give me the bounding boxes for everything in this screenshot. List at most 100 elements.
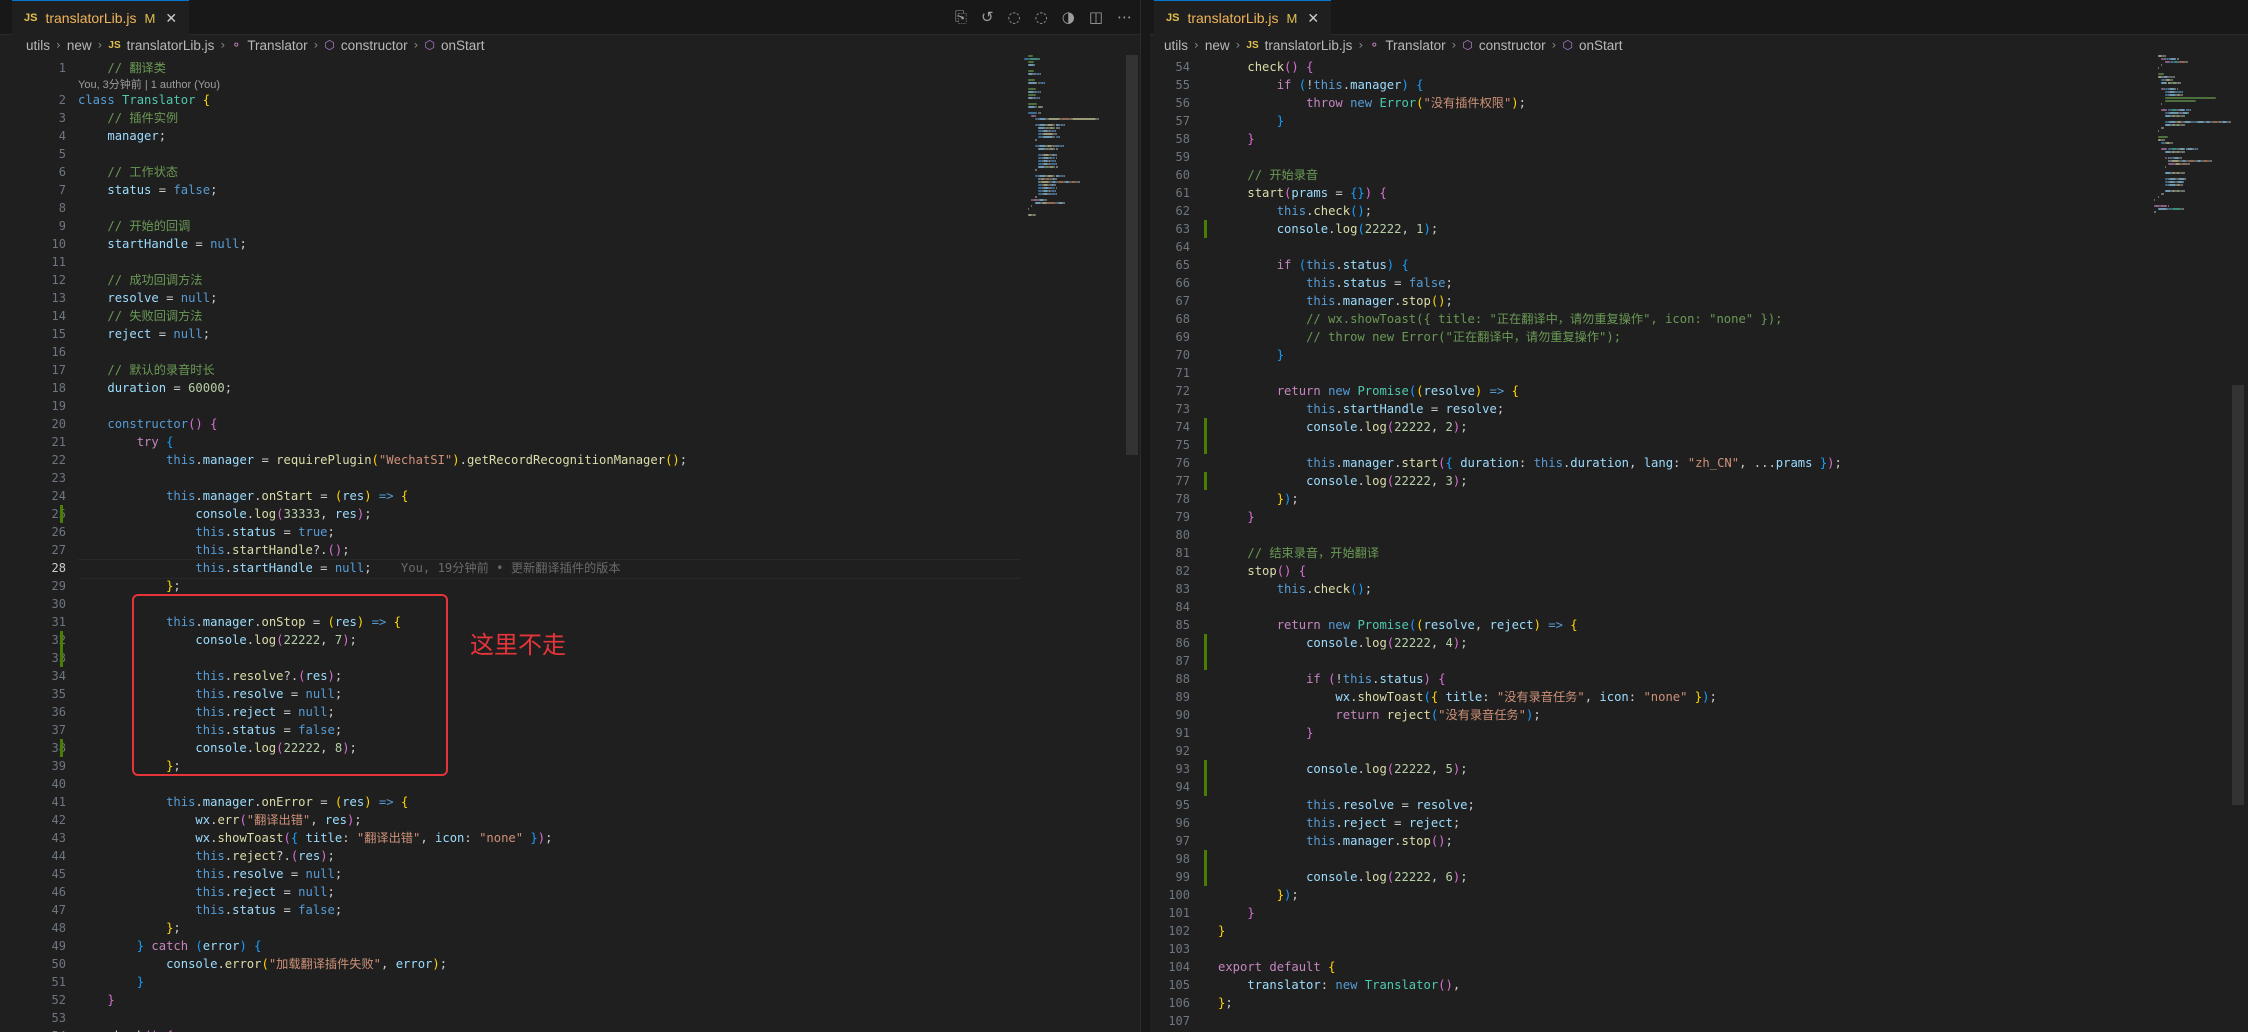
git-modified-marker[interactable] — [1204, 418, 1207, 436]
compare-changes-icon[interactable]: ⎘ — [955, 8, 967, 26]
git-modified-marker[interactable] — [1204, 472, 1207, 490]
next-change-icon[interactable]: ◌ — [1035, 8, 1048, 26]
code-line[interactable]: 29 }; — [0, 577, 1020, 595]
close-icon[interactable]: ✕ — [165, 10, 177, 27]
code-line[interactable]: 19 — [0, 397, 1020, 415]
code-line[interactable]: 16 — [0, 343, 1020, 361]
code-line[interactable]: 40 — [0, 775, 1020, 793]
code-line[interactable]: 84 — [1150, 598, 2130, 616]
code-line[interactable]: 10 startHandle = null; — [0, 235, 1020, 253]
code-line[interactable]: 101 } — [1150, 904, 2130, 922]
go-back-icon[interactable]: ↺ — [981, 8, 994, 26]
vertical-scrollbar[interactable] — [2232, 55, 2246, 1032]
code-line[interactable]: 11 — [0, 253, 1020, 271]
code-line[interactable]: 96 this.reject = reject; — [1150, 814, 2130, 832]
code-line[interactable]: 23 — [0, 469, 1020, 487]
git-modified-marker[interactable] — [1204, 220, 1207, 238]
code-line[interactable]: 83 this.check(); — [1150, 580, 2130, 598]
code-line[interactable]: 9 // 开始的回调 — [0, 217, 1020, 235]
git-modified-marker[interactable] — [60, 739, 63, 757]
git-modified-marker[interactable] — [60, 649, 63, 667]
breadcrumb-folder-utils[interactable]: utils — [26, 38, 50, 53]
code-line[interactable]: 93 console.log(22222, 5); — [1150, 760, 2130, 778]
code-line[interactable]: 27 this.startHandle?.(); — [0, 541, 1020, 559]
code-line[interactable]: 5 — [0, 145, 1020, 163]
close-icon[interactable]: ✕ — [1307, 10, 1319, 27]
minimap[interactable] — [2154, 55, 2244, 315]
git-modified-marker[interactable] — [1204, 760, 1207, 778]
code-line[interactable]: 51 } — [0, 973, 1020, 991]
code-line[interactable]: 8 — [0, 199, 1020, 217]
code-line[interactable]: 12 // 成功回调方法 — [0, 271, 1020, 289]
code-line[interactable]: 100 }); — [1150, 886, 2130, 904]
code-line[interactable]: 82 stop() { — [1150, 562, 2130, 580]
code-line[interactable]: 20 constructor() { — [0, 415, 1020, 433]
code-line[interactable]: 73 this.startHandle = resolve; — [1150, 400, 2130, 418]
code-line[interactable]: 105 translator: new Translator(), — [1150, 976, 2130, 994]
git-modified-marker[interactable] — [60, 505, 63, 523]
code-editor-left[interactable]: 1 // 翻译类 You, 3分钟前 | 1 author (You) 2 class… — [0, 55, 1020, 1032]
code-line[interactable]: 14 // 失败回调方法 — [0, 307, 1020, 325]
code-line[interactable]: 68 // wx.showToast({ title: "正在翻译中，请勿重复操… — [1150, 310, 2130, 328]
code-line[interactable]: 26 this.status = true; — [0, 523, 1020, 541]
code-line[interactable]: 72 return new Promise((resolve) => { — [1150, 382, 2130, 400]
code-line[interactable]: 3 // 插件实例 — [0, 109, 1020, 127]
code-line[interactable]: 49 } catch (error) { — [0, 937, 1020, 955]
minimap[interactable] — [1024, 55, 1114, 315]
breadcrumb-class[interactable]: Translator — [247, 38, 307, 53]
code-line[interactable]: 44 this.reject?.(res); — [0, 847, 1020, 865]
code-line[interactable]: 69 // throw new Error("正在翻译中，请勿重复操作"); — [1150, 328, 2130, 346]
toggle-blame-icon[interactable]: ◑ — [1062, 8, 1075, 26]
code-line[interactable]: 74 console.log(22222, 2); — [1150, 418, 2130, 436]
split-editor-icon[interactable]: ◫ — [1089, 8, 1103, 26]
code-line[interactable]: 61 start(prams = {}) { — [1150, 184, 2130, 202]
code-line[interactable]: 50 console.error("加载翻译插件失败", error); — [0, 955, 1020, 973]
git-modified-marker[interactable] — [1204, 436, 1207, 454]
code-line[interactable]: 41 this.manager.onError = (res) => { — [0, 793, 1020, 811]
code-line[interactable]: 64 — [1150, 238, 2130, 256]
breadcrumb-folder-utils[interactable]: utils — [1164, 38, 1188, 53]
code-line[interactable]: 102} — [1150, 922, 2130, 940]
git-modified-marker[interactable] — [1204, 634, 1207, 652]
code-line[interactable]: 62 this.check(); — [1150, 202, 2130, 220]
code-line[interactable]: 87 — [1150, 652, 2130, 670]
code-line[interactable]: 66 this.status = false; — [1150, 274, 2130, 292]
tab-translatorlib[interactable]: JS translatorLib.js M ✕ — [12, 0, 190, 35]
code-line[interactable]: 86 console.log(22222, 4); — [1150, 634, 2130, 652]
code-line[interactable]: 47 this.status = false; — [0, 901, 1020, 919]
tab-translatorlib[interactable]: JS translatorLib.js M ✕ — [1154, 0, 1332, 35]
breadcrumb-class[interactable]: Translator — [1385, 38, 1445, 53]
code-line[interactable]: 48 }; — [0, 919, 1020, 937]
code-line[interactable]: 53 — [0, 1009, 1020, 1027]
code-line[interactable]: 91 } — [1150, 724, 2130, 742]
code-line[interactable]: 70 } — [1150, 346, 2130, 364]
breadcrumb-folder-new[interactable]: new — [1205, 38, 1230, 53]
code-line[interactable]: 97 this.manager.stop(); — [1150, 832, 2130, 850]
code-editor-right[interactable]: 54 check() {55 if (!this.manager) {56 th… — [1150, 55, 2130, 1032]
code-line[interactable]: 94 — [1150, 778, 2130, 796]
code-line[interactable]: 78 }); — [1150, 490, 2130, 508]
code-line[interactable]: 88 if (!this.status) { — [1150, 670, 2130, 688]
code-line[interactable]: 79 } — [1150, 508, 2130, 526]
git-modified-marker[interactable] — [1204, 850, 1207, 868]
breadcrumb-file[interactable]: translatorLib.js — [127, 38, 215, 53]
code-line[interactable]: 98 — [1150, 850, 2130, 868]
code-line[interactable]: 18 duration = 60000; — [0, 379, 1020, 397]
code-line[interactable]: 75 — [1150, 436, 2130, 454]
prev-change-icon[interactable]: ◌ — [1008, 8, 1021, 26]
code-line[interactable]: 103 — [1150, 940, 2130, 958]
code-line[interactable]: 57 } — [1150, 112, 2130, 130]
code-line[interactable]: 45 this.resolve = null; — [0, 865, 1020, 883]
breadcrumb-method[interactable]: constructor — [1479, 38, 1546, 53]
code-line[interactable]: 7 status = false; — [0, 181, 1020, 199]
code-line[interactable]: 71 — [1150, 364, 2130, 382]
code-line[interactable]: 85 return new Promise((resolve, reject) … — [1150, 616, 2130, 634]
code-line[interactable]: 21 try { — [0, 433, 1020, 451]
code-line[interactable]: 17 // 默认的录音时长 — [0, 361, 1020, 379]
git-modified-marker[interactable] — [1204, 778, 1207, 796]
code-line[interactable]: 60 // 开始录音 — [1150, 166, 2130, 184]
code-line[interactable]: 13 resolve = null; — [0, 289, 1020, 307]
vertical-scrollbar[interactable] — [1126, 55, 1140, 1032]
code-line[interactable]: 15 reject = null; — [0, 325, 1020, 343]
code-line[interactable]: 46 this.reject = null; — [0, 883, 1020, 901]
